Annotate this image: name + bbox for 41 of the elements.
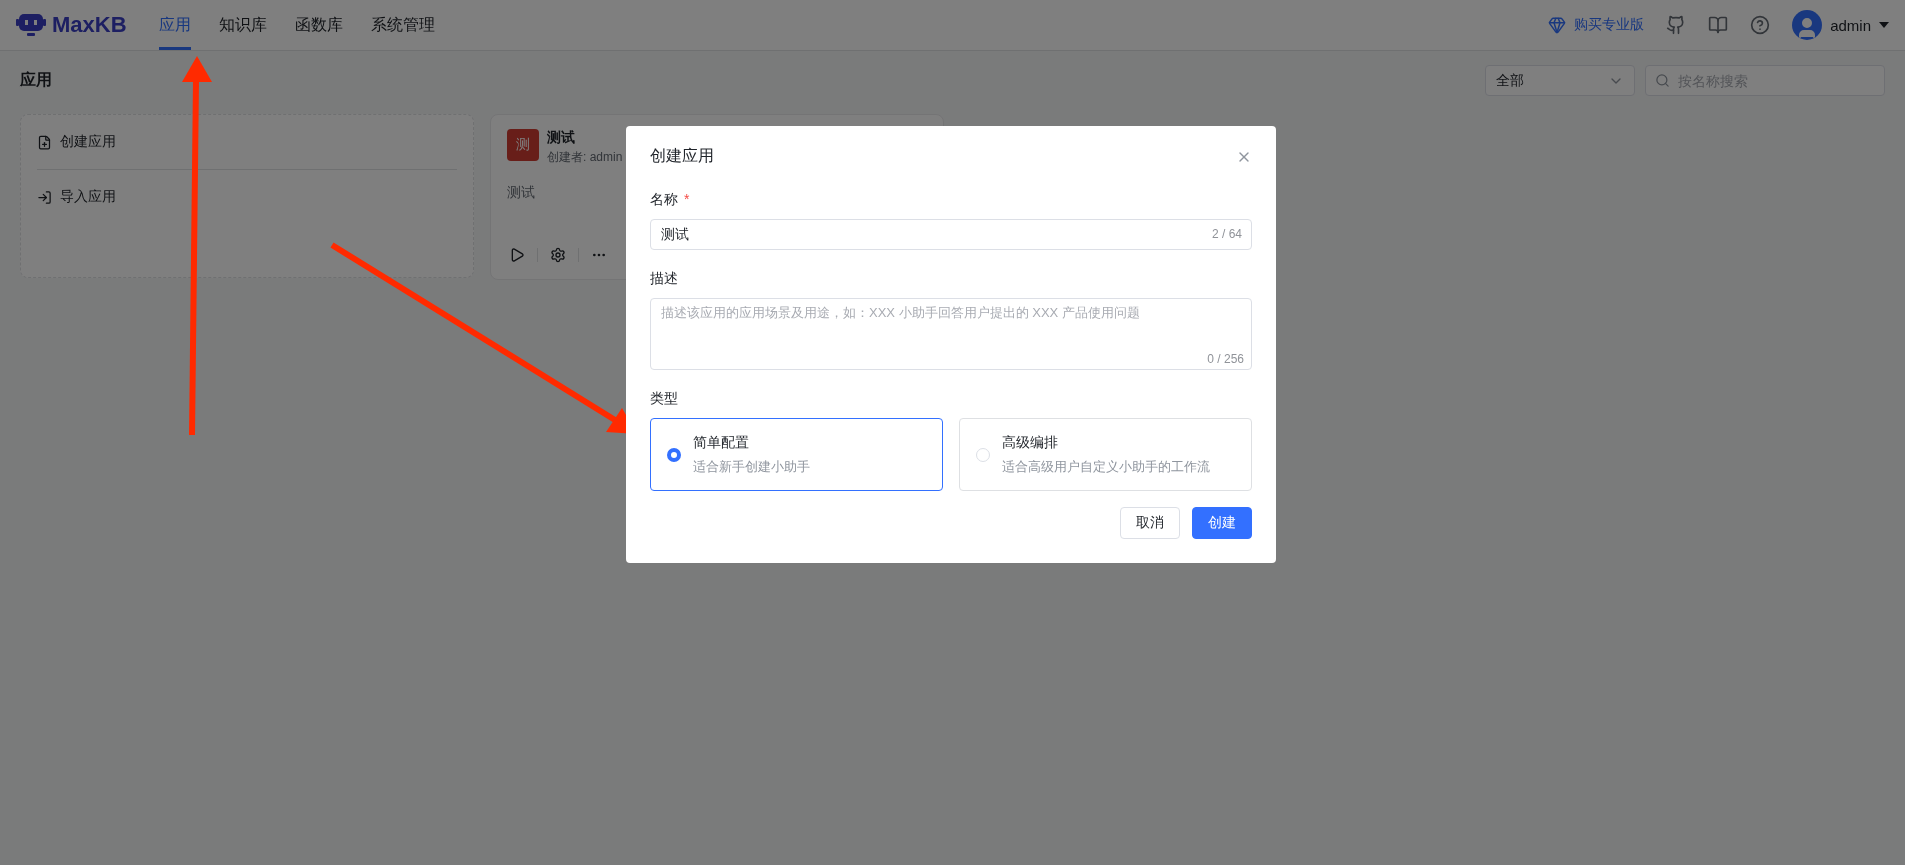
logo-text: MaxKB [52,12,127,38]
card-action[interactable]: 创建应用 [37,115,457,169]
user-name[interactable]: admin [1830,16,1871,34]
app-description: 测试 [507,184,535,202]
search-icon [1655,73,1670,88]
radio-button[interactable] [667,447,681,462]
type-option[interactable]: 高级编排 适合高级用户自定义小助手的工作流 [959,418,1252,491]
robot-logo-icon [16,12,46,38]
app-name: 测试 [547,129,576,147]
caret-icon[interactable] [1879,22,1889,28]
upgrade-link[interactable]: 购买专业版 [1574,16,1645,34]
import-icon [37,189,52,205]
app-creator: 创建者: admin [547,149,623,166]
option-subtitle: 适合新手创建小助手 [693,457,810,476]
page-title: 应用 [20,70,52,90]
option-title: 简单配置 [693,433,750,452]
app-avatar: 测 [507,129,539,161]
settings-icon[interactable] [548,245,568,265]
create-button[interactable]: 创建 [1192,507,1252,539]
dialog-title: 创建应用 [650,146,714,166]
option-subtitle: 适合高级用户自定义小助手的工作流 [1002,457,1210,476]
required-mark: * [684,191,690,209]
field-label: 名称 [650,191,678,209]
help-icon[interactable] [1750,15,1771,35]
nav-tab[interactable]: 知识库 [218,0,267,50]
char-count: 0 / 256 [1207,352,1244,366]
char-count: 2 / 64 [1211,227,1242,241]
option-title: 高级编排 [1002,433,1059,452]
user-avatar[interactable] [1792,10,1823,40]
book-icon[interactable] [1708,15,1729,35]
field-label: 描述 [650,270,678,288]
nav-tab[interactable]: 系统管理 [370,0,435,50]
diamond-icon [1548,16,1567,34]
cancel-button[interactable]: 取消 [1120,507,1180,539]
filter-select[interactable]: 全部 [1485,65,1635,96]
file-plus-icon [37,134,52,150]
nav-tab[interactable]: 函数库 [294,0,343,50]
nav-tab[interactable]: 应用 [158,0,191,50]
card-action[interactable]: 导入应用 [37,169,457,224]
type-option[interactable]: 简单配置 适合新手创建小助手 [650,418,943,491]
field-label: 类型 [650,390,678,408]
